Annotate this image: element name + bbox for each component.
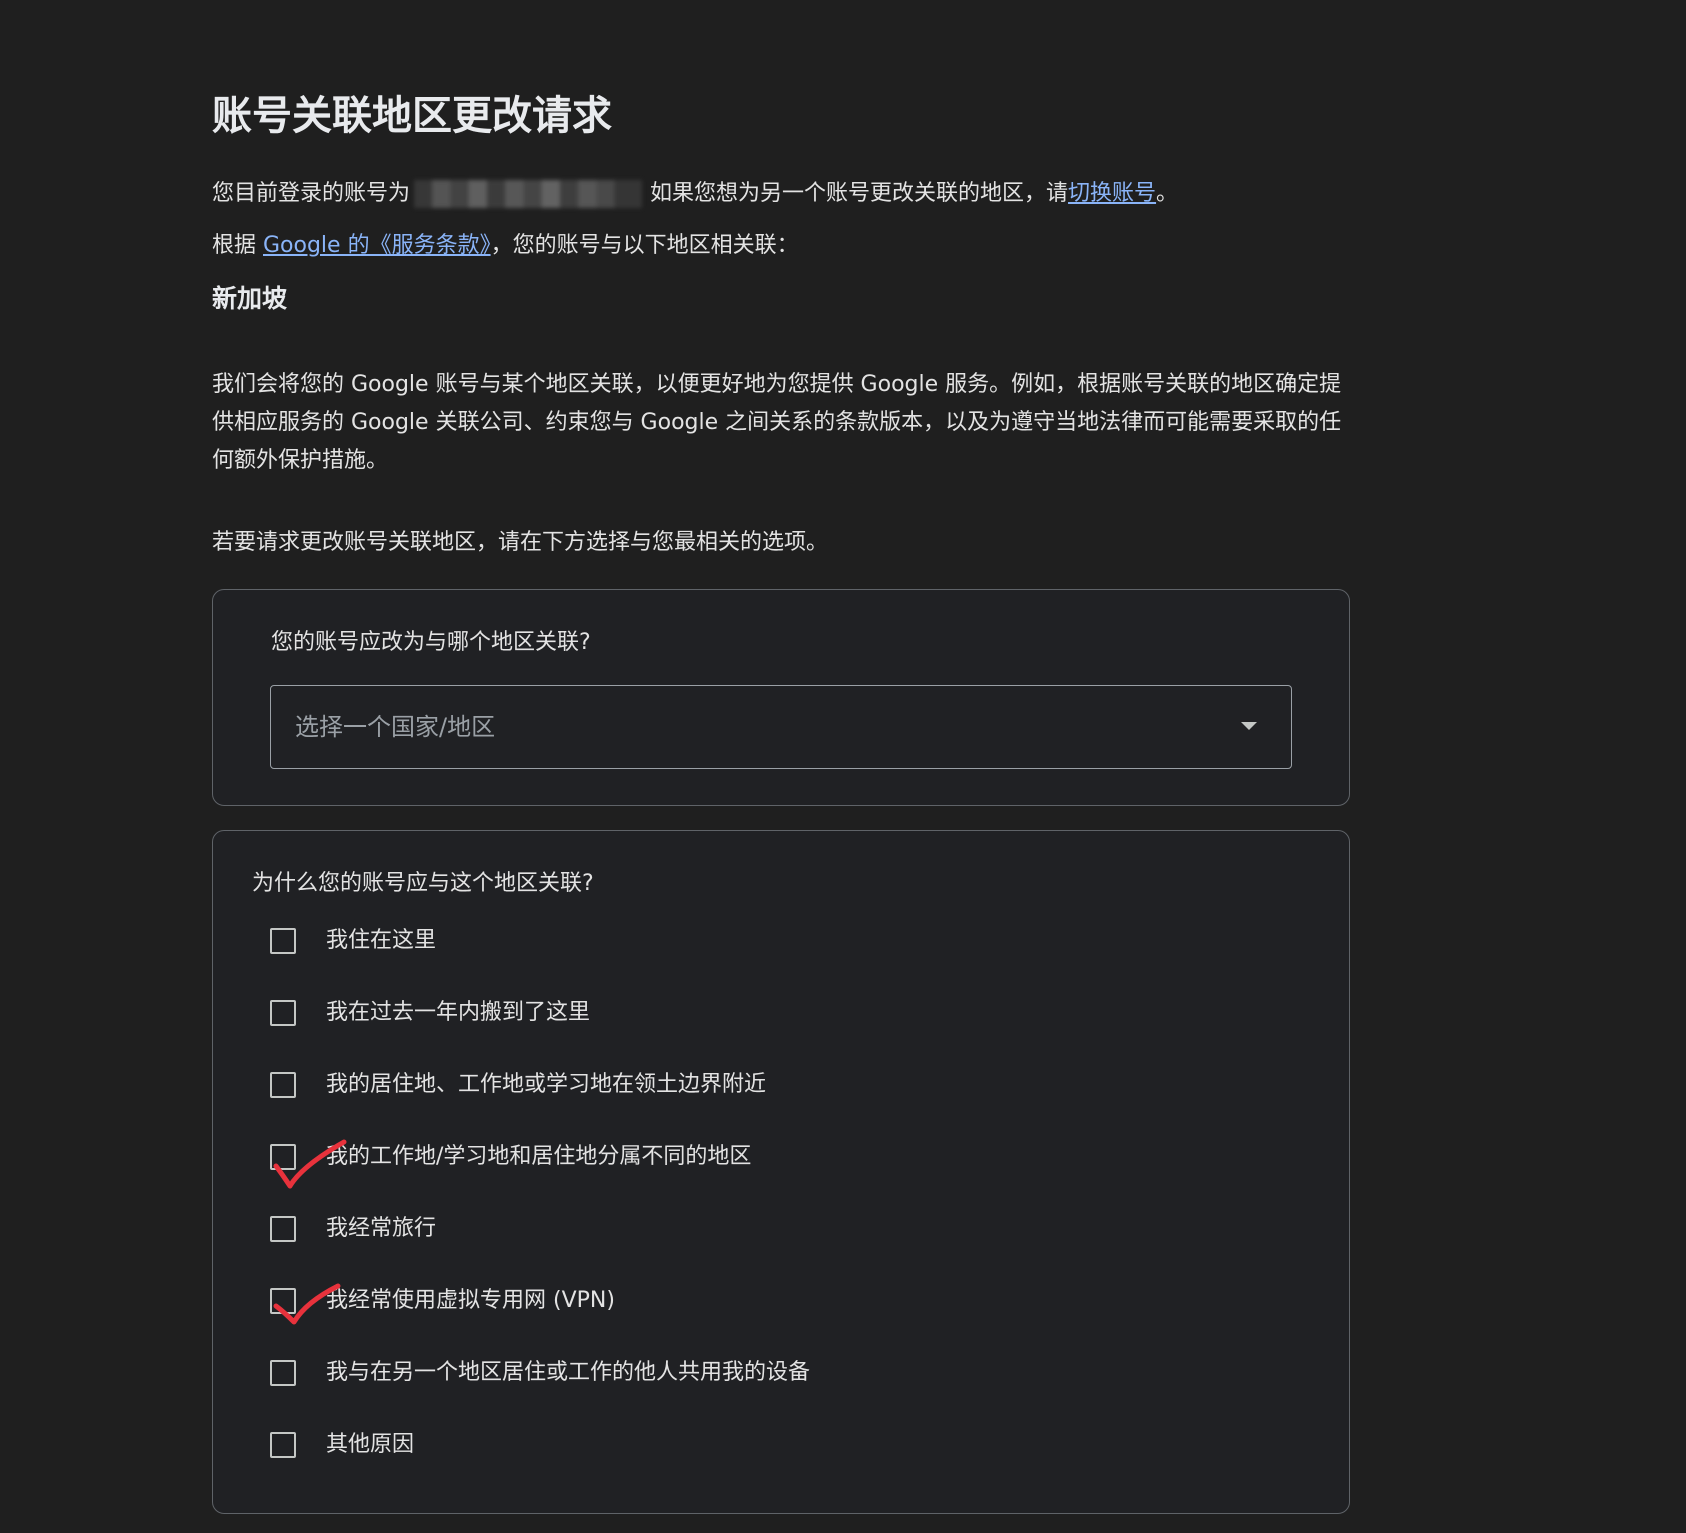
checkbox[interactable] bbox=[270, 1072, 296, 1098]
page-title: 账号关联地区更改请求 bbox=[212, 93, 612, 139]
reason-option-moved-here[interactable]: 我在过去一年内搬到了这里 bbox=[270, 996, 1170, 1036]
reason-option-use-vpn[interactable]: 我经常使用虚拟专用网 (VPN) bbox=[270, 1283, 1170, 1325]
line1-suffix: 。 bbox=[1156, 181, 1179, 206]
reason-question: 为什么您的账号应与这个地区关联? bbox=[252, 871, 594, 896]
current-region: 新加坡 bbox=[212, 284, 288, 313]
reason-option-live-here[interactable]: 我住在这里 bbox=[270, 924, 1170, 964]
terms-prefix: 根据 bbox=[212, 233, 263, 258]
option-label: 我的工作地/学习地和居住地分属不同的地区 bbox=[326, 1144, 752, 1169]
region-select-card: 您的账号应改为与哪个地区关联? 选择一个国家/地区 bbox=[212, 589, 1350, 806]
checkbox[interactable] bbox=[270, 928, 296, 954]
checkbox[interactable] bbox=[270, 1000, 296, 1026]
option-label: 我在过去一年内搬到了这里 bbox=[326, 1000, 591, 1025]
terms-of-service-link[interactable]: Google 的《服务条款》 bbox=[263, 233, 491, 258]
reason-option-near-border[interactable]: 我的居住地、工作地或学习地在领土边界附近 bbox=[270, 1068, 1170, 1108]
option-label: 我经常旅行 bbox=[326, 1216, 437, 1241]
option-label: 我与在另一个地区居住或工作的他人共用我的设备 bbox=[326, 1360, 811, 1385]
terms-line: 根据 Google 的《服务条款》，您的账号与以下地区相关联： bbox=[212, 230, 799, 262]
instruction-text: 若要请求更改账号关联地区，请在下方选择与您最相关的选项。 bbox=[212, 530, 829, 555]
select-placeholder: 选择一个国家/地区 bbox=[295, 713, 496, 741]
reason-option-travel-often[interactable]: 我经常旅行 bbox=[270, 1212, 1170, 1252]
option-label: 其他原因 bbox=[326, 1432, 415, 1457]
terms-suffix: ，您的账号与以下地区相关联： bbox=[490, 233, 799, 258]
switch-account-text: 如果您想为另一个账号更改关联的地区，请 bbox=[650, 181, 1069, 206]
checkbox[interactable] bbox=[270, 1288, 296, 1314]
reason-card: 为什么您的账号应与这个地区关联? 我住在这里 我在过去一年内搬到了这里 我的居住… bbox=[212, 830, 1350, 1514]
checkbox[interactable] bbox=[270, 1144, 296, 1170]
signed-in-prefix: 您目前登录的账号为 bbox=[212, 181, 411, 206]
option-label: 我住在这里 bbox=[326, 928, 437, 953]
signed-in-account-line: 您目前登录的账号为 如果您想为另一个账号更改关联的地区，请切换账号。 bbox=[212, 178, 1178, 210]
option-label: 我的居住地、工作地或学习地在领土边界附近 bbox=[326, 1072, 767, 1097]
explanation-paragraph: 我们会将您的 Google 账号与某个地区关联，以便更好地为您提供 Google… bbox=[212, 372, 1342, 473]
checkbox[interactable] bbox=[270, 1360, 296, 1386]
page: 账号关联地区更改请求 您目前登录的账号为 如果您想为另一个账号更改关联的地区，请切… bbox=[0, 0, 1686, 1533]
redacted-email bbox=[414, 180, 643, 208]
reason-option-work-live-different[interactable]: 我的工作地/学习地和居住地分属不同的地区 bbox=[270, 1139, 1170, 1189]
region-question: 您的账号应改为与哪个地区关联? bbox=[271, 630, 591, 655]
reason-option-other[interactable]: 其他原因 bbox=[270, 1428, 1170, 1468]
reason-option-shared-device[interactable]: 我与在另一个地区居住或工作的他人共用我的设备 bbox=[270, 1356, 1170, 1396]
switch-account-link[interactable]: 切换账号 bbox=[1068, 181, 1156, 206]
option-label: 我经常使用虚拟专用网 (VPN) bbox=[326, 1288, 615, 1313]
country-region-select[interactable]: 选择一个国家/地区 bbox=[270, 685, 1292, 769]
dropdown-arrow-icon bbox=[1241, 722, 1257, 730]
checkbox[interactable] bbox=[270, 1432, 296, 1458]
checkbox[interactable] bbox=[270, 1216, 296, 1242]
